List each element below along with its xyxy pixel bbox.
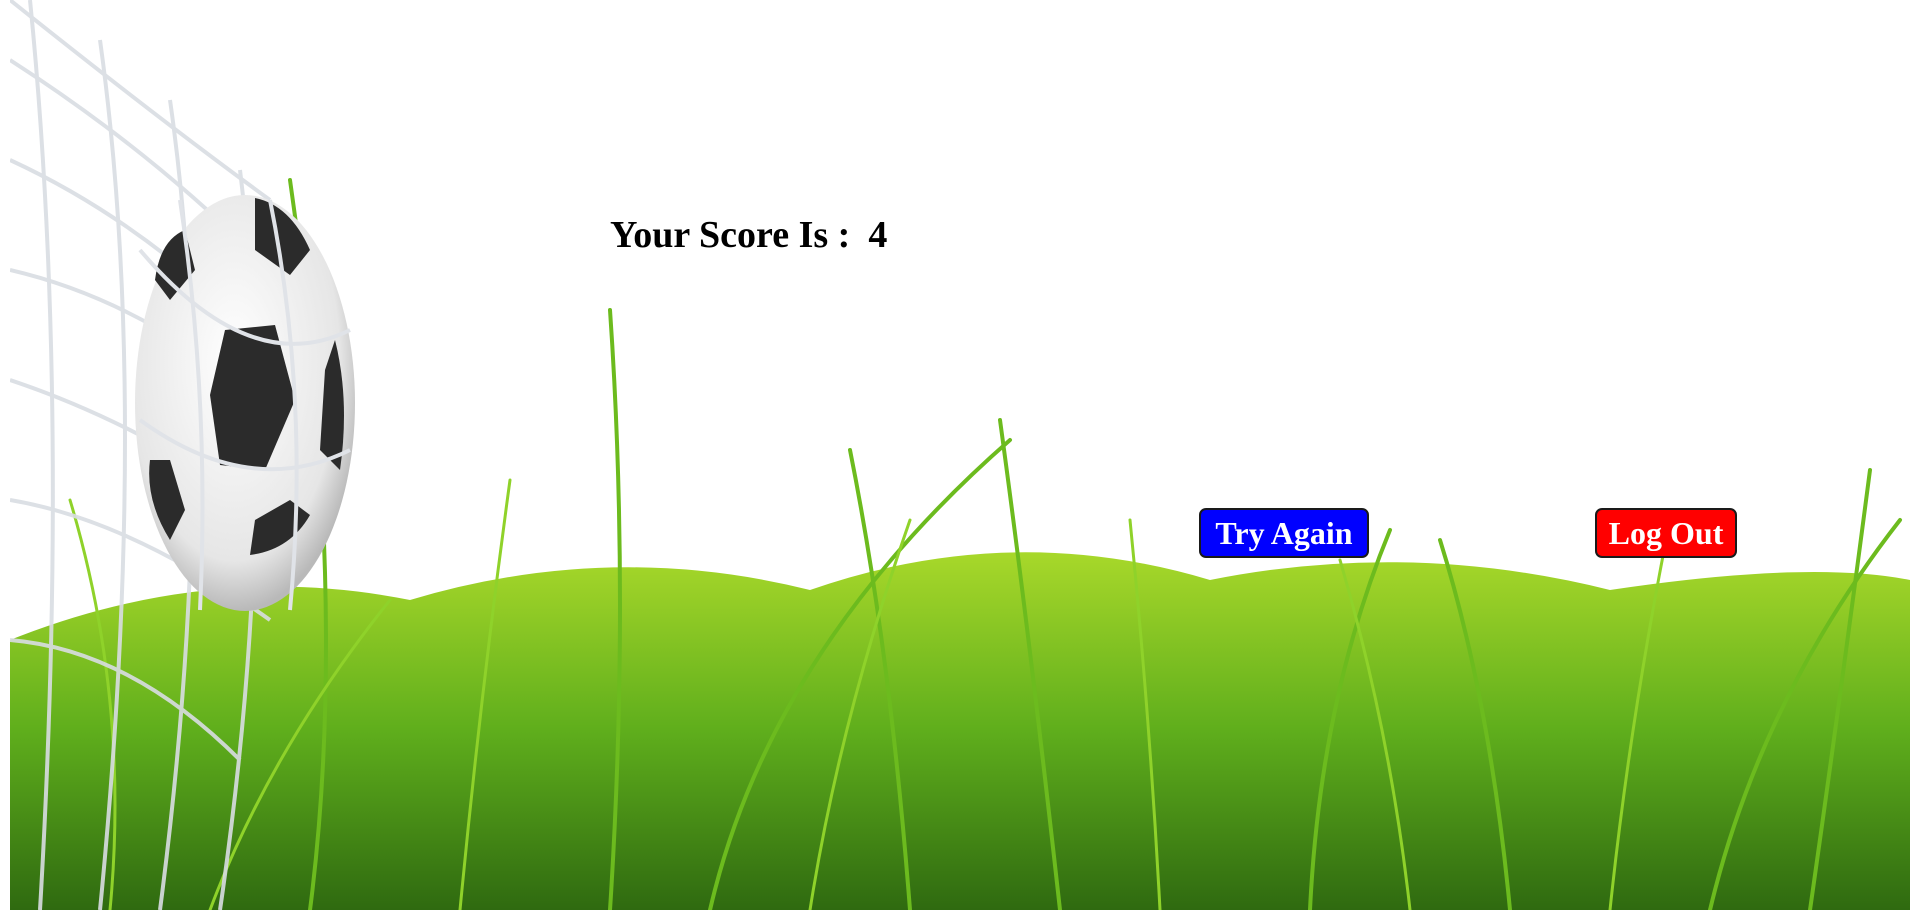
- score-text: Your Score Is : 4: [610, 213, 887, 257]
- score-label: Your Score Is :: [610, 214, 851, 256]
- try-again-button[interactable]: Try Again: [1199, 508, 1369, 558]
- log-out-button[interactable]: Log Out: [1595, 508, 1737, 558]
- background-illustration: [10, 0, 1910, 910]
- game-over-page: Your Score Is : 4 Try Again Log Out: [0, 0, 1920, 921]
- score-value: 4: [868, 214, 888, 256]
- soccer-ball-icon: [135, 195, 355, 611]
